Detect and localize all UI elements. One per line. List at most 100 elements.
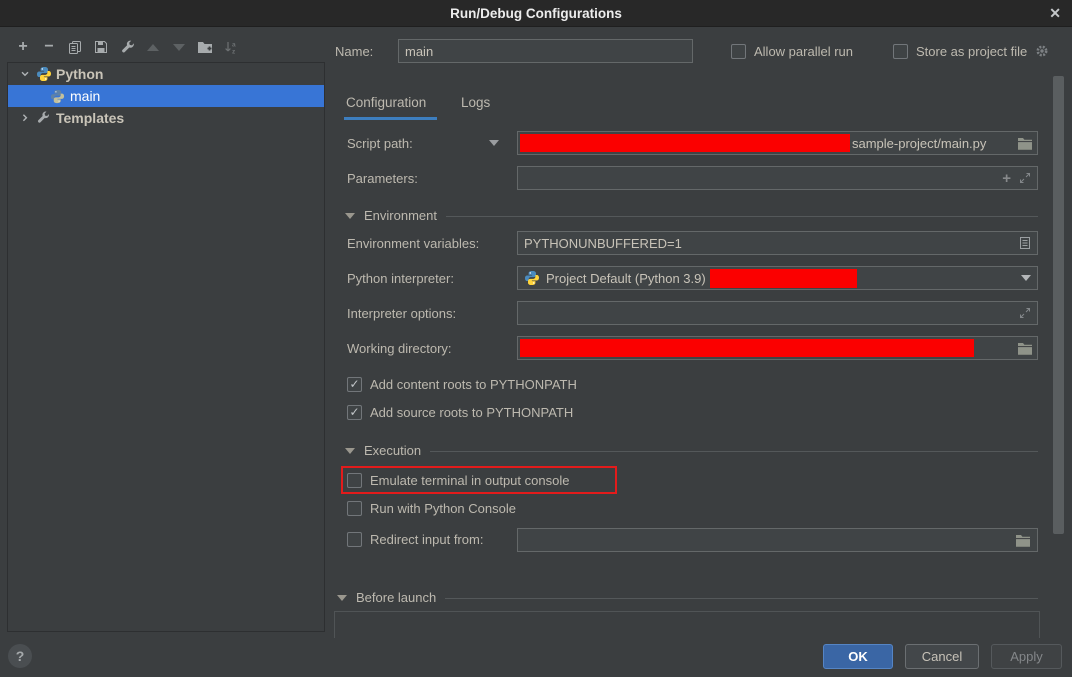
interpreter-options-input[interactable] bbox=[517, 301, 1038, 325]
emulate-terminal-label: Emulate terminal in output console bbox=[370, 473, 569, 488]
title-bar: Run/Debug Configurations ✕ bbox=[0, 0, 1072, 27]
tree-item-templates[interactable]: Templates bbox=[8, 107, 324, 129]
store-as-project-file-checkbox[interactable] bbox=[893, 44, 908, 59]
redacted-working-directory bbox=[520, 339, 974, 357]
tree-toolbar: + − az bbox=[10, 36, 244, 58]
interpreter-options-label: Interpreter options: bbox=[347, 301, 456, 325]
parameters-label: Parameters: bbox=[347, 166, 418, 190]
expand-field-icon[interactable] bbox=[1019, 172, 1031, 184]
tab-logs[interactable]: Logs bbox=[461, 95, 490, 110]
redirect-input-row: Redirect input from: bbox=[347, 528, 483, 550]
name-label: Name: bbox=[335, 39, 373, 63]
redirect-input-file-input[interactable] bbox=[517, 528, 1038, 552]
section-divider bbox=[430, 451, 1038, 452]
store-as-project-file-label: Store as project file bbox=[916, 44, 1027, 59]
allow-parallel-run-checkbox[interactable] bbox=[731, 44, 746, 59]
add-source-roots-label: Add source roots to PYTHONPATH bbox=[370, 405, 573, 420]
chevron-right-icon[interactable] bbox=[20, 112, 32, 124]
execution-section-label: Execution bbox=[364, 443, 421, 458]
environment-variables-input[interactable]: PYTHONUNBUFFERED=1 bbox=[517, 231, 1038, 255]
python-interpreter-combobox[interactable]: Project Default (Python 3.9) bbox=[517, 266, 1038, 290]
script-path-label: Script path: bbox=[347, 131, 413, 155]
python-logo-icon bbox=[524, 270, 540, 286]
tree-item-python[interactable]: Python bbox=[8, 63, 324, 85]
python-interpreter-label: Python interpreter: bbox=[347, 266, 454, 290]
environment-variables-value: PYTHONUNBUFFERED=1 bbox=[524, 236, 682, 251]
name-input[interactable]: main bbox=[398, 39, 693, 63]
move-down-icon[interactable] bbox=[166, 37, 192, 57]
configurations-tree: Python main Templates bbox=[7, 62, 325, 632]
python-logo-icon bbox=[36, 66, 53, 83]
redacted-script-path bbox=[520, 134, 850, 152]
run-with-python-console-label: Run with Python Console bbox=[370, 501, 516, 516]
browse-variables-icon[interactable] bbox=[1019, 236, 1031, 250]
expand-field-icon[interactable] bbox=[1019, 307, 1031, 319]
run-debug-configurations-dialog: Run/Debug Configurations ✕ + − az bbox=[0, 0, 1072, 677]
add-content-roots-label: Add content roots to PYTHONPATH bbox=[370, 377, 577, 392]
script-path-input[interactable]: sample-project/main.py bbox=[517, 131, 1038, 155]
add-configuration-icon[interactable]: + bbox=[10, 37, 36, 57]
remove-configuration-icon[interactable]: − bbox=[36, 37, 62, 57]
tree-item-label: main bbox=[70, 88, 100, 104]
allow-parallel-run-row: Allow parallel run bbox=[731, 40, 853, 62]
copy-configuration-icon[interactable] bbox=[62, 37, 88, 57]
emulate-terminal-checkbox[interactable] bbox=[347, 473, 362, 488]
section-divider bbox=[445, 598, 1038, 599]
help-button[interactable]: ? bbox=[8, 644, 32, 668]
wrench-icon bbox=[36, 110, 53, 127]
svg-text:z: z bbox=[232, 48, 236, 55]
collapse-triangle-icon[interactable] bbox=[345, 213, 355, 219]
gear-icon[interactable] bbox=[1035, 44, 1049, 58]
add-content-roots-checkbox[interactable] bbox=[347, 377, 362, 392]
add-macro-icon[interactable]: + bbox=[1002, 170, 1011, 187]
tab-configuration[interactable]: Configuration bbox=[346, 95, 426, 110]
python-interpreter-value: Project Default (Python 3.9) bbox=[546, 271, 706, 286]
execution-section-header[interactable]: Execution bbox=[345, 440, 1038, 460]
before-launch-task-list[interactable] bbox=[334, 611, 1040, 638]
close-icon[interactable]: ✕ bbox=[1049, 4, 1061, 22]
script-path-dropdown-icon[interactable] bbox=[489, 140, 499, 146]
folder-icon[interactable] bbox=[1015, 534, 1031, 547]
dialog-title: Run/Debug Configurations bbox=[450, 6, 622, 21]
create-folder-icon[interactable] bbox=[192, 37, 218, 57]
add-content-roots-row: Add content roots to PYTHONPATH bbox=[347, 373, 577, 395]
combobox-arrow-icon[interactable] bbox=[1021, 275, 1031, 281]
script-path-visible-text: sample-project/main.py bbox=[852, 136, 986, 151]
tree-item-label: Templates bbox=[56, 110, 124, 126]
section-divider bbox=[446, 216, 1038, 217]
move-up-icon[interactable] bbox=[140, 37, 166, 57]
working-directory-input[interactable] bbox=[517, 336, 1038, 360]
add-source-roots-row: Add source roots to PYTHONPATH bbox=[347, 401, 573, 423]
ok-button[interactable]: OK bbox=[823, 644, 893, 669]
emulate-terminal-row: Emulate terminal in output console bbox=[347, 469, 569, 491]
store-as-project-file-row: Store as project file bbox=[893, 40, 1049, 62]
environment-section-header[interactable]: Environment bbox=[345, 205, 1038, 225]
environment-variables-label: Environment variables: bbox=[347, 231, 479, 255]
run-with-python-console-checkbox[interactable] bbox=[347, 501, 362, 516]
save-configuration-icon[interactable] bbox=[88, 37, 114, 57]
apply-button[interactable]: Apply bbox=[991, 644, 1062, 669]
vertical-scrollbar-thumb[interactable] bbox=[1053, 76, 1064, 534]
folder-icon[interactable] bbox=[1017, 137, 1033, 150]
environment-section-label: Environment bbox=[364, 208, 437, 223]
run-with-python-console-row: Run with Python Console bbox=[347, 497, 516, 519]
working-directory-label: Working directory: bbox=[347, 336, 452, 360]
collapse-triangle-icon[interactable] bbox=[337, 595, 347, 601]
tree-item-main[interactable]: main bbox=[8, 85, 324, 107]
tree-item-label: Python bbox=[56, 66, 103, 82]
chevron-down-icon[interactable] bbox=[20, 68, 32, 80]
before-launch-section-header[interactable]: Before launch bbox=[337, 587, 1038, 607]
parameters-input[interactable]: + bbox=[517, 166, 1038, 190]
before-launch-section-label: Before launch bbox=[356, 590, 436, 605]
allow-parallel-run-label: Allow parallel run bbox=[754, 44, 853, 59]
collapse-triangle-icon[interactable] bbox=[345, 448, 355, 454]
python-script-icon bbox=[50, 88, 67, 105]
redirect-input-checkbox[interactable] bbox=[347, 532, 362, 547]
redacted-interpreter-path bbox=[710, 269, 857, 288]
folder-icon[interactable] bbox=[1017, 342, 1033, 355]
active-tab-underline bbox=[344, 117, 437, 120]
add-source-roots-checkbox[interactable] bbox=[347, 405, 362, 420]
cancel-button[interactable]: Cancel bbox=[905, 644, 979, 669]
sort-configurations-icon[interactable]: az bbox=[218, 37, 244, 57]
edit-templates-icon[interactable] bbox=[114, 37, 140, 57]
